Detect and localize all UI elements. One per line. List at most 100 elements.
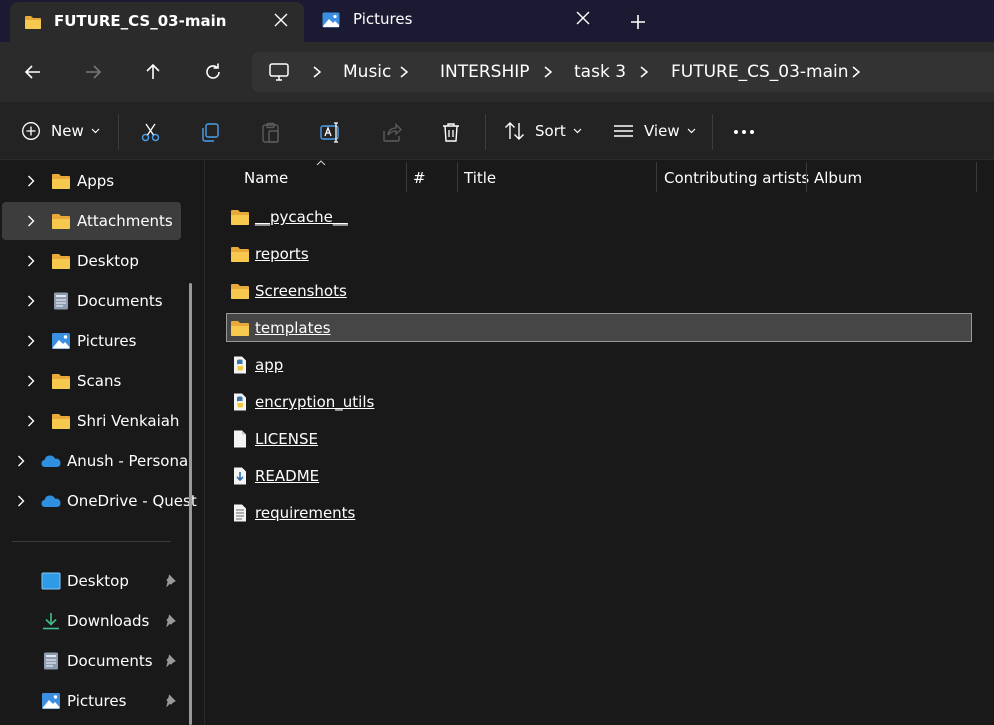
- file-name[interactable]: README: [255, 467, 319, 485]
- chevron-right-icon[interactable]: [541, 64, 555, 80]
- file-name[interactable]: encryption_utils: [255, 393, 374, 411]
- share-icon[interactable]: [381, 122, 402, 143]
- copy-icon[interactable]: [200, 122, 221, 143]
- list-item[interactable]: Screenshots: [226, 276, 972, 305]
- list-item[interactable]: README: [226, 461, 972, 490]
- nav-item-shri-venkaiah[interactable]: Shri Venkaiah N: [2, 402, 181, 440]
- quick-access-pictures[interactable]: Pictures: [2, 682, 181, 720]
- new-tab-icon[interactable]: [628, 12, 648, 32]
- tab-title: Pictures: [353, 10, 413, 28]
- folder-icon: [231, 247, 249, 262]
- nav-item-desktop[interactable]: Desktop: [2, 242, 181, 280]
- view-button[interactable]: View: [613, 102, 696, 160]
- nav-item-scans[interactable]: Scans: [2, 362, 181, 400]
- nav-item-documents[interactable]: Documents: [2, 282, 181, 320]
- column-divider[interactable]: [656, 162, 657, 192]
- pin-icon[interactable]: [165, 694, 177, 708]
- pictures-icon: [52, 333, 70, 349]
- list-item[interactable]: requirements: [226, 498, 972, 527]
- pin-icon[interactable]: [165, 654, 177, 668]
- folder-icon: [52, 174, 70, 189]
- column-number[interactable]: #: [413, 169, 426, 187]
- breadcrumb-intership[interactable]: INTERSHIP: [440, 62, 530, 82]
- address-bar[interactable]: Music INTERSHIP task 3 FUTURE_CS_03-main: [252, 52, 994, 92]
- column-divider[interactable]: [406, 162, 407, 192]
- nav-item-label: Desktop: [77, 252, 139, 270]
- tab-pictures[interactable]: Pictures: [312, 0, 606, 42]
- rename-icon[interactable]: [320, 122, 342, 143]
- close-icon[interactable]: [574, 9, 592, 27]
- chevron-right-icon[interactable]: [27, 175, 35, 187]
- column-title[interactable]: Title: [464, 169, 496, 187]
- quick-access-desktop[interactable]: Desktop: [2, 562, 181, 600]
- folder-icon: [52, 374, 70, 389]
- chevron-right-icon[interactable]: [27, 255, 35, 267]
- blank-file-icon: [234, 430, 246, 448]
- add-icon: [22, 122, 40, 140]
- pin-icon[interactable]: [165, 574, 177, 588]
- breadcrumb-music[interactable]: Music: [343, 62, 391, 82]
- column-divider[interactable]: [976, 162, 977, 192]
- quick-access-documents[interactable]: Documents: [2, 642, 181, 680]
- breadcrumb-task-3[interactable]: task 3: [574, 62, 626, 82]
- close-icon[interactable]: [272, 11, 290, 29]
- nav-item-label: Anush - Personal: [67, 452, 193, 470]
- up-icon[interactable]: [141, 60, 165, 84]
- nav-item-apps[interactable]: Apps: [2, 162, 181, 200]
- column-divider[interactable]: [457, 162, 458, 192]
- breadcrumb-current-folder[interactable]: FUTURE_CS_03-main: [671, 62, 849, 82]
- list-item[interactable]: LICENSE: [226, 424, 972, 453]
- column-contributing-artists[interactable]: Contributing artists: [664, 169, 809, 187]
- folder-icon: [52, 254, 70, 269]
- list-item[interactable]: encryption_utils: [226, 387, 972, 416]
- new-button[interactable]: New: [21, 102, 100, 160]
- column-album[interactable]: Album: [814, 169, 862, 187]
- file-name[interactable]: app: [255, 356, 283, 374]
- chevron-right-icon[interactable]: [27, 335, 35, 347]
- onedrive-icon: [41, 495, 61, 507]
- chevron-right-icon[interactable]: [637, 64, 651, 80]
- tab-title: FUTURE_CS_03-main: [54, 12, 227, 30]
- chevron-right-icon[interactable]: [849, 64, 863, 80]
- cut-icon[interactable]: [140, 122, 161, 143]
- refresh-icon[interactable]: [201, 60, 225, 84]
- chevron-right-icon[interactable]: [27, 415, 35, 427]
- file-name[interactable]: templates: [255, 319, 331, 337]
- back-icon[interactable]: [21, 60, 45, 84]
- file-name[interactable]: Screenshots: [255, 282, 347, 300]
- sort-button[interactable]: Sort: [504, 102, 582, 160]
- chevron-right-icon[interactable]: [27, 215, 35, 227]
- file-name[interactable]: __pycache__: [255, 208, 348, 226]
- chevron-right-icon[interactable]: [17, 455, 25, 467]
- nav-item-anush-personal[interactable]: Anush - Personal: [2, 442, 192, 480]
- nav-item-pictures[interactable]: Pictures: [2, 322, 181, 360]
- tab-future-cs-03-main[interactable]: FUTURE_CS_03-main: [10, 2, 304, 42]
- nav-item-onedrive-quest[interactable]: OneDrive - Quest: [2, 482, 197, 520]
- address-toolbar: Music INTERSHIP task 3 FUTURE_CS_03-main: [0, 42, 994, 102]
- file-name[interactable]: reports: [255, 245, 309, 263]
- column-name[interactable]: Name: [244, 169, 288, 187]
- more-options-icon[interactable]: [733, 129, 755, 135]
- chevron-right-icon[interactable]: [27, 295, 35, 307]
- chevron-right-icon[interactable]: [17, 495, 25, 507]
- nav-scrollbar[interactable]: [189, 283, 192, 725]
- nav-item-label: Documents: [77, 292, 163, 310]
- list-item[interactable]: app: [226, 350, 972, 379]
- list-item[interactable]: templates: [226, 313, 972, 342]
- chevron-right-icon[interactable]: [397, 64, 411, 80]
- paste-icon[interactable]: [260, 122, 281, 143]
- chevron-right-icon[interactable]: [27, 375, 35, 387]
- nav-item-attachments[interactable]: Attachments: [2, 202, 181, 240]
- column-divider[interactable]: [806, 162, 807, 192]
- delete-icon[interactable]: [441, 122, 461, 143]
- list-item[interactable]: __pycache__: [226, 202, 972, 231]
- chevron-right-icon[interactable]: [310, 64, 324, 80]
- forward-icon[interactable]: [81, 60, 105, 84]
- file-name[interactable]: requirements: [255, 504, 355, 522]
- chevron-down-icon: [573, 128, 582, 134]
- documents-icon: [44, 652, 58, 670]
- file-name[interactable]: LICENSE: [255, 430, 318, 448]
- list-item[interactable]: reports: [226, 239, 972, 268]
- quick-access-downloads[interactable]: Downloads: [2, 602, 181, 640]
- pin-icon[interactable]: [165, 614, 177, 628]
